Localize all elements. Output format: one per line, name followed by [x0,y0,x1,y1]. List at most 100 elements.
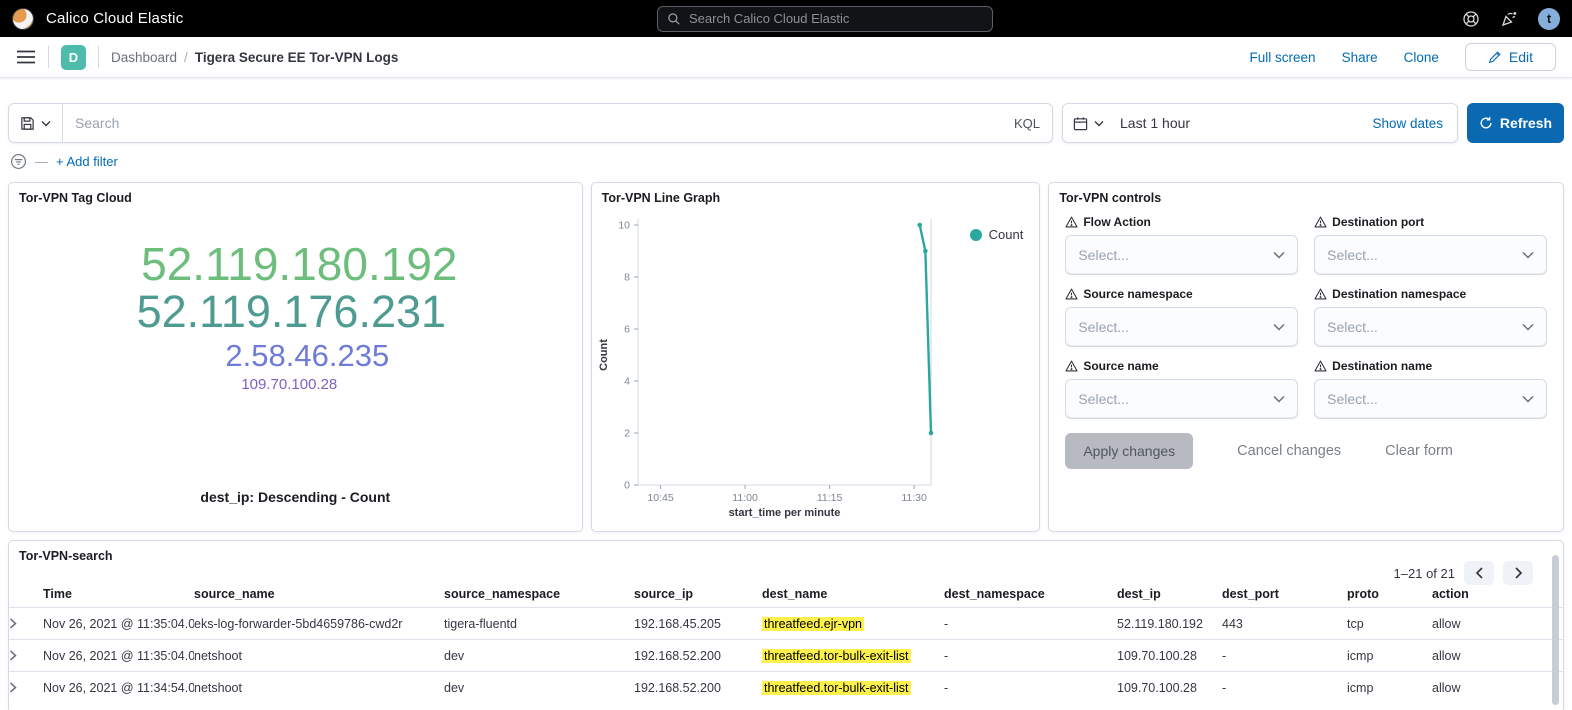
previous-page-button[interactable] [1464,561,1494,585]
warning-icon [1065,360,1078,372]
user-avatar[interactable]: t [1538,8,1560,30]
chevron-down-icon [1522,323,1534,331]
help-icon[interactable] [1462,10,1480,28]
table-cell: 443 [1222,617,1347,631]
date-picker-menu-button[interactable] [1063,116,1114,131]
warning-icon [1065,288,1078,300]
table-cell: 52.119.180.192 [1117,617,1222,631]
chevron-down-icon [41,120,51,127]
control-field-label: Destination name [1332,359,1432,373]
line-chart: 024681010:4511:0011:1511:30start_time pe… [596,213,1036,529]
table-cell: - [944,617,1117,631]
full-screen-button[interactable]: Full screen [1250,50,1316,65]
column-header-source_ip: source_ip [634,587,762,601]
warning-icon [1314,288,1327,300]
apply-changes-button[interactable]: Apply changes [1065,433,1193,469]
column-header-source_name: source_name [194,587,444,601]
app-title: Calico Cloud Elastic [46,10,183,27]
table-row: Nov 26, 2021 @ 11:35:04.000netshootdev19… [9,639,1563,671]
tag-cloud-term[interactable]: 2.58.46.235 [225,340,389,372]
expand-row-icon[interactable] [9,618,43,629]
warning-icon [1314,216,1327,228]
table-cell: 192.168.52.200 [634,681,762,695]
control-select-source-name[interactable]: Select... [1065,379,1298,419]
table-cell: - [944,681,1117,695]
global-search-input[interactable]: Search Calico Cloud Elastic [657,6,993,32]
breadcrumb-separator: / [184,50,188,65]
breadcrumb-bar: D Dashboard / Tigera Secure EE Tor-VPN L… [0,37,1572,78]
select-placeholder: Select... [1327,319,1378,335]
control-field: Destination name Select... [1314,359,1547,419]
search-icon [667,12,681,26]
control-field: Destination namespaceSelect... [1314,287,1547,347]
show-dates-button[interactable]: Show dates [1372,116,1457,131]
control-select-source-namespace[interactable]: Select... [1065,307,1298,347]
query-section: Search KQL Last 1 hour Show dates Refres… [0,78,1572,178]
controls-grid: Flow ActionSelect...Destination portSele… [1049,213,1563,419]
table-cell: tigera-fluentd [444,617,634,631]
tag-cloud-term[interactable]: 109.70.100.28 [241,377,337,393]
saved-query-menu-button[interactable] [9,104,63,142]
table-row: Nov 26, 2021 @ 11:35:04.000eks-log-forwa… [9,607,1563,639]
expand-row-icon[interactable] [9,682,43,693]
breadcrumb-dashboard[interactable]: Dashboard [111,50,177,65]
clear-form-button[interactable]: Clear form [1385,443,1453,459]
column-header-dest_port: dest_port [1222,587,1347,601]
table-row: Nov 26, 2021 @ 11:34:54.000netshootdev19… [9,671,1563,703]
control-select-destination-name[interactable]: Select... [1314,379,1547,419]
table-cell: tcp [1347,617,1432,631]
control-field-label: Source namespace [1083,287,1192,301]
table-cell: allow [1432,649,1563,663]
column-header-proto: proto [1347,587,1432,601]
kql-toggle[interactable]: KQL [1002,116,1052,131]
select-placeholder: Select... [1078,319,1129,335]
svg-text:10:45: 10:45 [647,492,673,504]
filter-menu-icon[interactable] [10,153,27,170]
chevron-down-icon [1273,251,1285,259]
chart-legend[interactable]: Count [970,227,1024,242]
table-cell: 109.70.100.28 [1117,649,1222,663]
control-field: Source nameSelect... [1065,359,1298,419]
dashboard-app-badge[interactable]: D [61,45,86,70]
table-cell: threatfeed.ejr-vpn [762,617,944,631]
table-header-row: Timesource_namesource_namespacesource_ip… [9,581,1563,607]
time-range-value[interactable]: Last 1 hour [1120,115,1190,131]
save-icon [20,116,35,131]
column-header-source_namespace: source_namespace [444,587,634,601]
table-cell: - [944,649,1117,663]
add-filter-button[interactable]: + Add filter [56,154,118,169]
chevron-down-icon [1273,323,1285,331]
control-field-label: Destination port [1332,215,1424,229]
next-page-button[interactable] [1503,561,1533,585]
cancel-changes-button[interactable]: Cancel changes [1237,443,1341,459]
expand-row-icon[interactable] [9,650,43,661]
refresh-button[interactable]: Refresh [1467,103,1564,143]
chevron-down-icon [1094,120,1104,127]
svg-text:11:30: 11:30 [901,492,927,504]
search-panel-title: Tor-VPN-search [9,541,1563,571]
table-cell: dev [444,649,634,663]
svg-text:11:15: 11:15 [816,492,842,504]
query-search-input[interactable]: Search [63,115,1002,131]
select-placeholder: Select... [1078,391,1129,407]
table-cell: 192.168.52.200 [634,649,762,663]
table-scrollbar[interactable] [1552,555,1559,705]
tag-cloud-term[interactable]: 52.119.176.231 [137,289,446,336]
share-button[interactable]: Share [1342,50,1378,65]
calico-logo [12,8,34,30]
control-select-destination-namespace[interactable]: Select... [1314,307,1547,347]
newsfeed-icon[interactable] [1500,10,1518,28]
table-cell: Nov 26, 2021 @ 11:35:04.000 [43,617,194,631]
query-search-placeholder: Search [75,115,119,131]
warning-icon [1065,216,1078,228]
edit-button[interactable]: Edit [1465,43,1556,71]
clone-button[interactable]: Clone [1404,50,1439,65]
control-select-destination-port[interactable]: Select... [1314,235,1547,275]
search-results-panel: Tor-VPN-search 1–21 of 21 Timesource_nam… [8,540,1564,710]
controls-panel-title: Tor-VPN controls [1049,183,1563,213]
hamburger-menu-icon[interactable] [16,49,36,65]
svg-text:2: 2 [624,428,630,440]
line-graph-panel-title: Tor-VPN Line Graph [592,183,1040,213]
tag-cloud-term[interactable]: 52.119.180.192 [141,241,457,289]
control-select-flow-action[interactable]: Select... [1065,235,1298,275]
